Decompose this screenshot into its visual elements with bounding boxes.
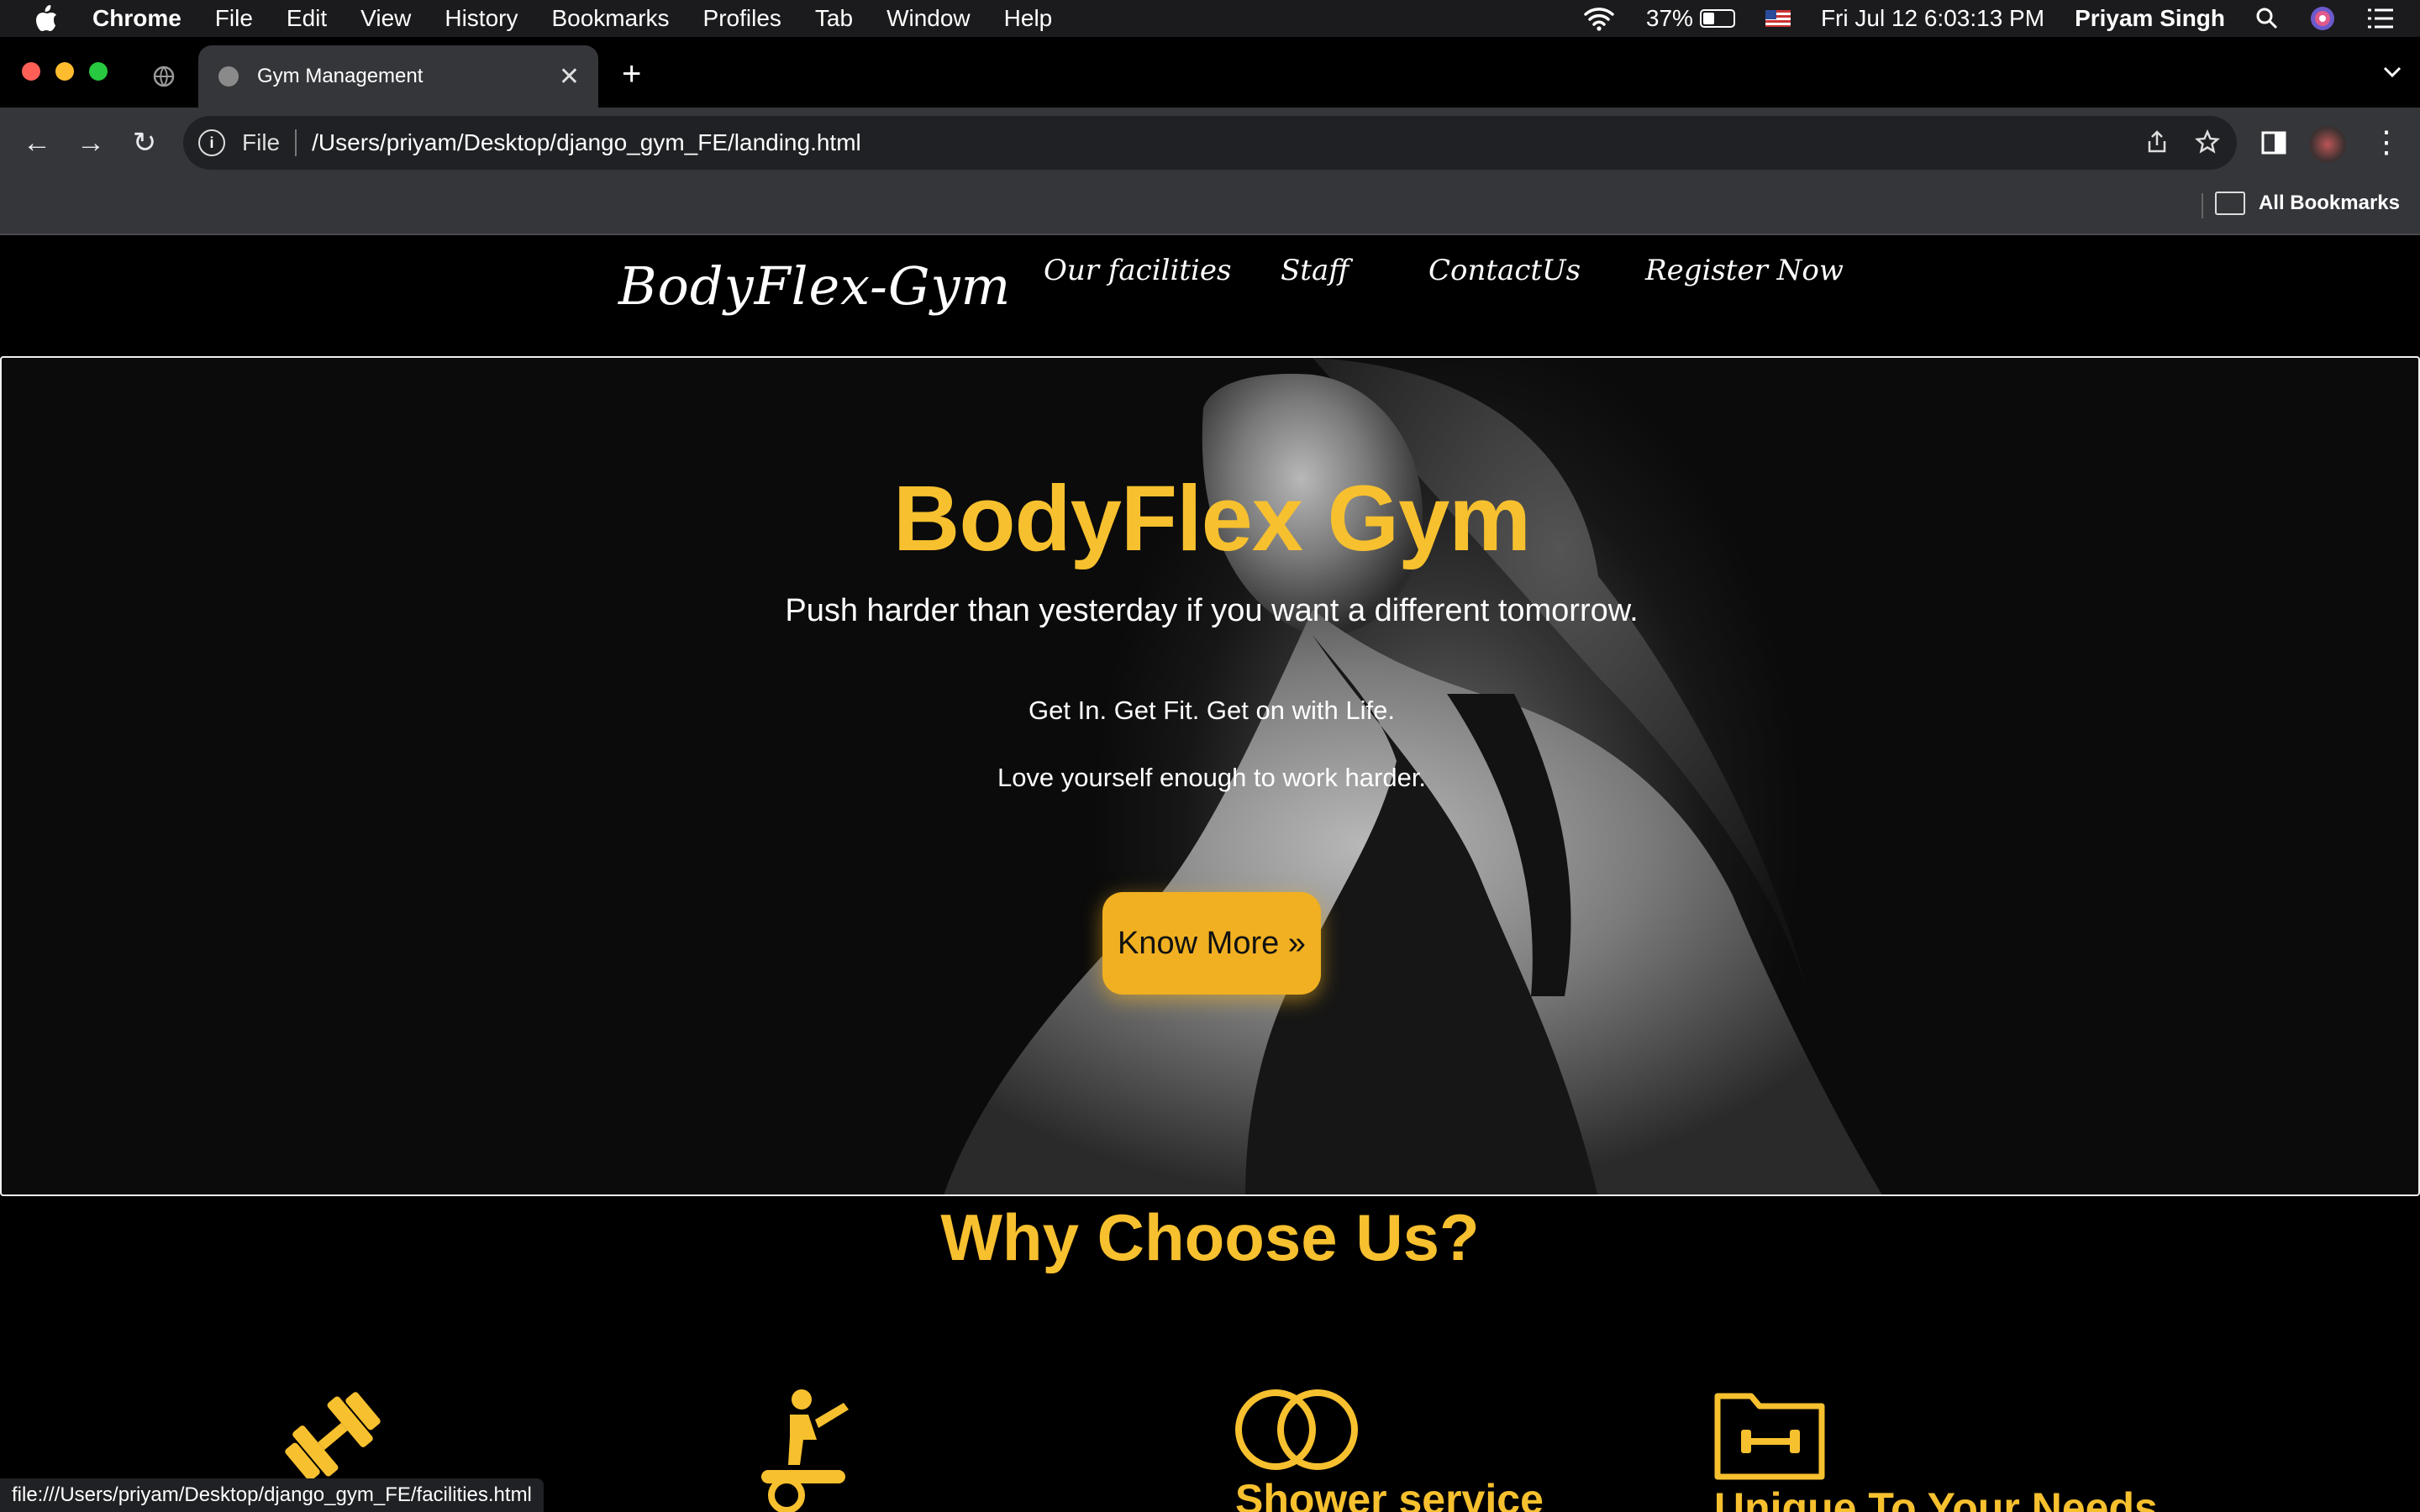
spotlight-search-icon[interactable] [2255, 7, 2279, 30]
site-logo[interactable]: BodyFlex-Gym [618, 255, 1011, 317]
url-text[interactable]: /Users/priyam/Desktop/django_gym_FE/land… [312, 129, 861, 156]
rings-icon [1235, 1389, 1358, 1470]
clock[interactable]: Fri Jul 12 6:03:13 PM [1821, 5, 2044, 32]
maximize-window-icon[interactable] [89, 62, 108, 81]
feature-shower-service-label: Shower service [1235, 1476, 1544, 1512]
menu-history[interactable]: History [445, 5, 518, 32]
feature-unique-needs-label: Unique To Your Needs [1714, 1484, 2158, 1512]
menu-tab[interactable]: Tab [815, 5, 853, 32]
browser-tab-strip: Gym Management ✕ + [0, 37, 2420, 108]
control-center-icon[interactable] [2366, 7, 2395, 30]
profile-avatar[interactable] [2309, 126, 2346, 163]
address-bar[interactable]: i File /Users/priyam/Desktop/django_gym_… [183, 116, 2237, 170]
folder-icon [2214, 192, 2245, 215]
know-more-button[interactable]: Know More » [1102, 892, 1321, 995]
menu-profiles[interactable]: Profiles [703, 5, 781, 32]
more-menu-icon[interactable]: ⋮ [2371, 124, 2402, 160]
menu-app-name[interactable]: Chrome [92, 5, 182, 32]
close-tab-icon[interactable]: ✕ [559, 62, 580, 92]
macos-menu-bar: Chrome File Edit View History Bookmarks … [0, 0, 2420, 37]
forward-arrow-icon[interactable]: → [74, 126, 108, 160]
tab-gym-management[interactable]: Gym Management ✕ [198, 45, 598, 108]
wifi-icon[interactable] [1582, 6, 1616, 31]
tab-group-globe-icon[interactable] [153, 66, 175, 87]
hero-tagline-1: Get In. Get Fit. Get on with Life. [1028, 696, 1395, 725]
browser-toolbar: ← → ↻ i File /Users/priyam/Desktop/djang… [0, 108, 2420, 178]
share-icon[interactable] [2144, 129, 2170, 155]
bookmarks-separator [2202, 193, 2203, 218]
user-name[interactable]: Priyam Singh [2075, 5, 2225, 32]
tab-search-chevron-icon[interactable] [2381, 60, 2403, 82]
url-scheme-label: File [242, 129, 281, 155]
site-navbar: BodyFlex-Gym Our facilities Staff Contac… [0, 235, 2420, 356]
hero-section: BodyFlex Gym Push harder than yesterday … [0, 356, 2420, 1196]
side-panel-icon[interactable] [2260, 129, 2287, 156]
nav-contact-us[interactable]: ContactUs [1428, 254, 1581, 287]
hero-tagline-2: Love yourself enough to work harder. [997, 763, 1427, 792]
us-flag-input-icon[interactable] [1765, 10, 1791, 27]
nav-our-facilities[interactable]: Our facilities [1044, 254, 1231, 287]
reload-icon[interactable]: ↻ [128, 126, 161, 160]
all-bookmarks-button[interactable]: All Bookmarks [2214, 192, 2400, 215]
elliptical-machine-icon [761, 1389, 849, 1512]
menu-help[interactable]: Help [1004, 5, 1053, 32]
menu-edit[interactable]: Edit [287, 5, 327, 32]
all-bookmarks-label: All Bookmarks [2258, 192, 2400, 214]
battery-status[interactable]: 37% [1646, 5, 1735, 32]
hero-subtitle: Push harder than yesterday if you want a… [785, 593, 1639, 628]
site-info-icon[interactable]: i [198, 129, 225, 156]
menu-view[interactable]: View [360, 5, 411, 32]
battery-percent: 37% [1645, 5, 1693, 31]
why-choose-us-heading: Why Choose Us? [940, 1200, 1480, 1274]
battery-icon [1699, 9, 1735, 28]
dumbbell-icon [285, 1392, 381, 1481]
link-status-bar: file:///Users/priyam/Desktop/django_gym_… [0, 1478, 544, 1512]
apple-logo-icon[interactable] [34, 4, 59, 33]
menu-window[interactable]: Window [886, 5, 971, 32]
siri-icon[interactable] [2309, 5, 2336, 32]
url-separator [295, 129, 297, 156]
close-window-icon[interactable] [22, 62, 40, 81]
nav-staff[interactable]: Staff [1281, 254, 1349, 287]
new-tab-icon[interactable]: + [622, 57, 641, 91]
folder-dumbbell-icon [1714, 1393, 1825, 1480]
nav-register-now[interactable]: Register Now [1645, 254, 1844, 287]
bookmarks-bar: All Bookmarks [0, 178, 2420, 235]
tab-title: Gym Management [257, 65, 424, 87]
back-arrow-icon[interactable]: ← [20, 126, 54, 160]
menu-file[interactable]: File [215, 5, 253, 32]
bookmark-star-icon[interactable] [2195, 129, 2220, 155]
web-page: BodyFlex-Gym Our facilities Staff Contac… [0, 235, 2420, 1512]
tab-favicon-icon [218, 66, 239, 87]
menu-bookmarks[interactable]: Bookmarks [551, 5, 669, 32]
hero-title: BodyFlex Gym [892, 467, 1531, 570]
minimize-window-icon[interactable] [55, 62, 74, 81]
